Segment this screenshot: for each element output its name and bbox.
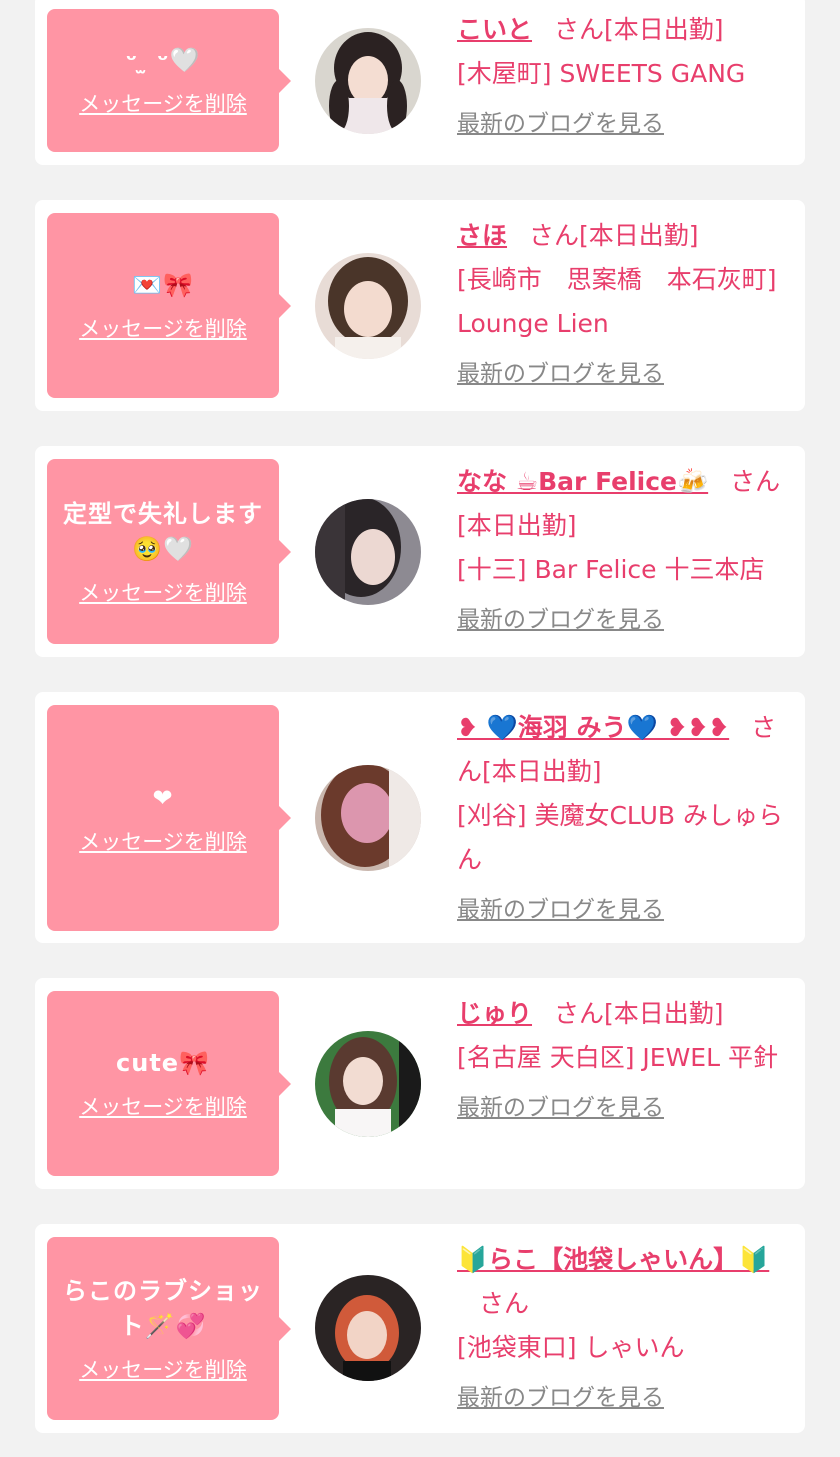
- delete-message-link[interactable]: メッセージを削除: [79, 1354, 247, 1384]
- shop-info: [十三] Bar Felice 十三本店: [457, 555, 765, 584]
- honorific: さん: [730, 467, 781, 496]
- avatar[interactable]: [315, 28, 421, 134]
- message-bubble: らこのラブショット🪄💞 メッセージを削除: [47, 1237, 291, 1420]
- message-card: ᵕ ̫ ᵕ🤍 メッセージを削除 こいと さん[本日出勤] [木屋町] SWEETS…: [35, 0, 805, 165]
- cast-info: ❥ 💙海羽 みう💙 ❥❥❥ さん[本日出勤] [刈谷] 美魔女CLUB みしゅらん…: [457, 706, 787, 932]
- message-text: cute🎀: [116, 1049, 210, 1077]
- cast-name-link[interactable]: さほ: [457, 221, 507, 250]
- message-card: 💌🎀 メッセージを削除 さほ さん[本日出勤] [長崎市 思案橋 本石灰町] Lo…: [35, 200, 805, 411]
- shop-info: [長崎市 思案橋 本石灰町] Lounge Lien: [457, 265, 777, 338]
- latest-blog-link[interactable]: 最新のブログを見る: [457, 352, 664, 396]
- message-bubble: ❤ メッセージを削除: [47, 705, 291, 931]
- avatar[interactable]: [315, 1275, 421, 1381]
- cast-info: こいと さん[本日出勤] [木屋町] SWEETS GANG 最新のブログを見る: [457, 8, 787, 146]
- latest-blog-link[interactable]: 最新のブログを見る: [457, 1376, 664, 1420]
- work-status: [本日出勤]: [604, 999, 724, 1028]
- cast-name-link[interactable]: 🔰らこ【池袋しゃいん】🔰: [457, 1245, 769, 1274]
- shop-info: [木屋町] SWEETS GANG: [457, 59, 746, 88]
- latest-blog-link[interactable]: 最新のブログを見る: [457, 598, 664, 642]
- work-status: [本日出勤]: [482, 757, 602, 786]
- latest-blog-link[interactable]: 最新のブログを見る: [457, 102, 664, 146]
- message-bubble: 定型で失礼します🥹🤍 メッセージを削除: [47, 459, 291, 644]
- cast-name-link[interactable]: ❥ 💙海羽 みう💙 ❥❥❥: [457, 713, 729, 742]
- message-card: ❤ メッセージを削除 ❥ 💙海羽 みう💙 ❥❥❥ さん[本日出勤] [刈谷] 美魔…: [35, 692, 805, 943]
- cast-info: じゅり さん[本日出勤] [名古屋 天白区] JEWEL 平針 最新のブログを見る: [457, 992, 787, 1130]
- cast-info: 🔰らこ【池袋しゃいん】🔰 さん [池袋東口] しゃいん 最新のブログを見る: [457, 1238, 787, 1420]
- message-bubble: 💌🎀 メッセージを削除: [47, 213, 291, 398]
- avatar[interactable]: [315, 765, 421, 871]
- avatar[interactable]: [315, 1031, 421, 1137]
- message-bubble: ᵕ ̫ ᵕ🤍 メッセージを削除: [47, 9, 291, 152]
- message-list: ᵕ ̫ ᵕ🤍 メッセージを削除 こいと さん[本日出勤] [木屋町] SWEETS…: [0, 0, 840, 1457]
- message-card: 定型で失礼します🥹🤍 メッセージを削除 なな ☕Bar Felice🍻 さん [本日…: [35, 446, 805, 657]
- message-card: らこのラブショット🪄💞 メッセージを削除 🔰らこ【池袋しゃいん】🔰 さん [池袋東…: [35, 1224, 805, 1433]
- honorific: さん: [529, 221, 580, 250]
- message-text: 💌🎀: [132, 271, 194, 299]
- cast-info: なな ☕Bar Felice🍻 さん [本日出勤] [十三] Bar Felice …: [457, 460, 787, 642]
- message-text: ᵕ ̫ ᵕ🤍: [125, 46, 201, 74]
- honorific: さん: [479, 1289, 530, 1318]
- message-text: 定型で失礼します🥹🤍: [63, 499, 263, 563]
- message-text: ❤: [152, 783, 174, 812]
- shop-info: [池袋東口] しゃいん: [457, 1333, 685, 1362]
- delete-message-link[interactable]: メッセージを削除: [79, 577, 247, 607]
- avatar[interactable]: [315, 499, 421, 605]
- message-bubble: cute🎀 メッセージを削除: [47, 991, 291, 1176]
- latest-blog-link[interactable]: 最新のブログを見る: [457, 888, 664, 932]
- avatar[interactable]: [315, 253, 421, 359]
- delete-message-link[interactable]: メッセージを削除: [79, 313, 247, 343]
- work-status: [本日出勤]: [579, 221, 699, 250]
- shop-info: [名古屋 天白区] JEWEL 平針: [457, 1043, 778, 1072]
- honorific: さん: [554, 999, 605, 1028]
- message-card: cute🎀 メッセージを削除 じゅり さん[本日出勤] [名古屋 天白区] JEW…: [35, 978, 805, 1189]
- latest-blog-link[interactable]: 最新のブログを見る: [457, 1086, 664, 1130]
- delete-message-link[interactable]: メッセージを削除: [79, 1091, 247, 1121]
- cast-name-link[interactable]: じゅり: [457, 999, 532, 1028]
- cast-info: さほ さん[本日出勤] [長崎市 思案橋 本石灰町] Lounge Lien 最新…: [457, 214, 787, 396]
- cast-name-link[interactable]: こいと: [457, 15, 532, 44]
- delete-message-link[interactable]: メッセージを削除: [79, 88, 247, 118]
- work-status: [本日出勤]: [457, 511, 577, 540]
- work-status: [本日出勤]: [604, 15, 724, 44]
- honorific: さん: [554, 15, 605, 44]
- delete-message-link[interactable]: メッセージを削除: [79, 826, 247, 856]
- cast-name-link[interactable]: なな ☕Bar Felice🍻: [457, 467, 708, 496]
- shop-info: [刈谷] 美魔女CLUB みしゅらん: [457, 801, 783, 874]
- message-text: らこのラブショット🪄💞: [63, 1276, 263, 1340]
